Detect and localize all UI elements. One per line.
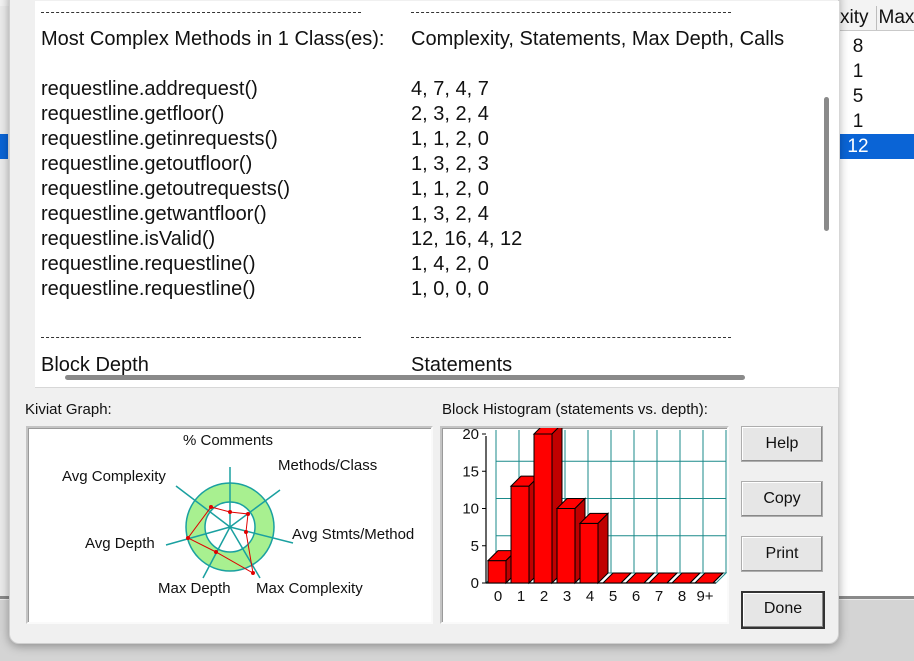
copy-button[interactable]: Copy <box>741 481 823 517</box>
histogram-bar <box>556 508 576 584</box>
histogram-bar-side <box>597 512 609 585</box>
kiviat-axis-label: Avg Depth <box>85 535 155 552</box>
section-heading-statements: Statements <box>411 354 513 376</box>
method-metrics: 12, 16, 4, 12 <box>411 228 523 250</box>
separator-line <box>41 12 361 13</box>
kiviat-axis-label: % Comments <box>183 432 273 449</box>
histogram-y-tick-label: 0 <box>471 575 479 592</box>
horizontal-scrollbar[interactable] <box>65 375 745 380</box>
kiviat-axis-label: Avg Complexity <box>62 468 166 485</box>
histogram-y-tick-label: 20 <box>462 428 479 443</box>
background-selection-edge <box>0 134 8 159</box>
separator-line <box>411 337 731 338</box>
kiviat-axis-label: Max Depth <box>158 580 231 597</box>
kiviat-graph-label: Kiviat Graph: <box>25 401 112 418</box>
report-text-panel[interactable]: Most Complex Methods in 1 Class(es): Com… <box>35 1 840 388</box>
separator-line <box>411 12 731 13</box>
histogram-x-tick-label: 1 <box>517 588 525 605</box>
method-name: requestline.getoutrequests() <box>41 178 291 200</box>
done-button[interactable]: Done <box>741 591 825 629</box>
method-name: requestline.addrequest() <box>41 78 258 100</box>
cell-value: 1 <box>852 111 864 132</box>
method-metrics: 4, 7, 4, 7 <box>411 78 489 100</box>
method-name: requestline.getinrequests() <box>41 128 278 150</box>
method-name: requestline.isValid() <box>41 228 216 250</box>
kiviat-metrics-dialog: Most Complex Methods in 1 Class(es): Com… <box>9 0 840 644</box>
histogram-x-tick-label: 3 <box>563 588 571 605</box>
block-histogram-label: Block Histogram (statements vs. depth): <box>442 401 708 418</box>
method-metrics: 1, 3, 2, 4 <box>411 203 489 225</box>
section-heading-block-depth: Block Depth <box>41 354 149 376</box>
histogram-x-tick-label: 6 <box>632 588 640 605</box>
kiviat-axis-label: Avg Stmts/Method <box>292 526 414 543</box>
background-list-header: xity Max <box>838 6 914 31</box>
cell-value: 1 <box>852 61 864 82</box>
method-metrics: 1, 4, 2, 0 <box>411 253 489 275</box>
vertical-scrollbar[interactable] <box>824 97 829 231</box>
kiviat-graph-box: % Comments Methods/Class Avg Stmts/Metho… <box>26 426 433 624</box>
histogram-x-tick-label: 0 <box>494 588 502 605</box>
method-metrics: 1, 1, 2, 0 <box>411 178 489 200</box>
separator-line <box>41 337 361 338</box>
report-heading-right: Complexity, Statements, Max Depth, Calls <box>411 28 785 50</box>
method-name: requestline.requestline() <box>41 278 256 300</box>
histogram-x-tick-label: 8 <box>678 588 686 605</box>
kiviat-graph: % Comments Methods/Class Avg Stmts/Metho… <box>62 432 414 597</box>
histogram-x-tick-label: 4 <box>586 588 594 605</box>
method-metrics: 1, 0, 0, 0 <box>411 278 489 300</box>
method-name: requestline.getoutfloor() <box>41 153 253 175</box>
histogram-bar <box>510 485 530 584</box>
histogram-y-tick-label: 10 <box>462 501 479 518</box>
kiviat-axis-label: Methods/Class <box>278 457 377 474</box>
method-metrics: 1, 1, 2, 0 <box>411 128 489 150</box>
column-header-max[interactable]: Max <box>877 6 914 30</box>
histogram-y-tick-label: 5 <box>471 538 479 555</box>
list-row-selected[interactable]: 12 <box>838 134 914 159</box>
histogram-bar <box>579 522 599 584</box>
list-row[interactable]: 1 <box>838 59 914 84</box>
histogram-bar <box>487 560 507 584</box>
histogram-x-tick-label: 2 <box>540 588 548 605</box>
method-name: requestline.getfloor() <box>41 103 225 125</box>
histogram-x-tick-label: 7 <box>655 588 663 605</box>
block-histogram-chart: 051015200 1 2 3 4 5 6 7 8 9+ <box>462 428 727 605</box>
histogram-y-tick-label: 15 <box>462 463 479 480</box>
cell-value: 12 <box>847 136 869 157</box>
list-row[interactable]: 5 <box>838 84 914 109</box>
histogram-x-tick-label: 9+ <box>696 588 713 605</box>
list-row[interactable]: 8 <box>838 34 914 59</box>
histogram-bar <box>533 433 553 584</box>
block-histogram-box: 0 5 10 15 20 0 1 2 3 4 5 6 7 8 9+ <box>440 426 729 624</box>
method-metrics: 2, 3, 2, 4 <box>411 103 489 125</box>
print-button[interactable]: Print <box>741 536 823 572</box>
method-name: requestline.requestline() <box>41 253 256 275</box>
kiviat-axis-label: Max Complexity <box>256 580 363 597</box>
histogram-x-tick-label: 5 <box>609 588 617 605</box>
report-heading-left: Most Complex Methods in 1 Class(es): <box>41 28 385 50</box>
method-metrics: 1, 3, 2, 3 <box>411 153 489 175</box>
cell-value: 5 <box>852 86 864 107</box>
list-row[interactable]: 1 <box>838 109 914 134</box>
cell-value: 8 <box>852 36 864 57</box>
help-button[interactable]: Help <box>741 426 823 462</box>
column-header-complexity[interactable]: xity <box>838 6 877 30</box>
method-name: requestline.getwantfloor() <box>41 203 267 225</box>
